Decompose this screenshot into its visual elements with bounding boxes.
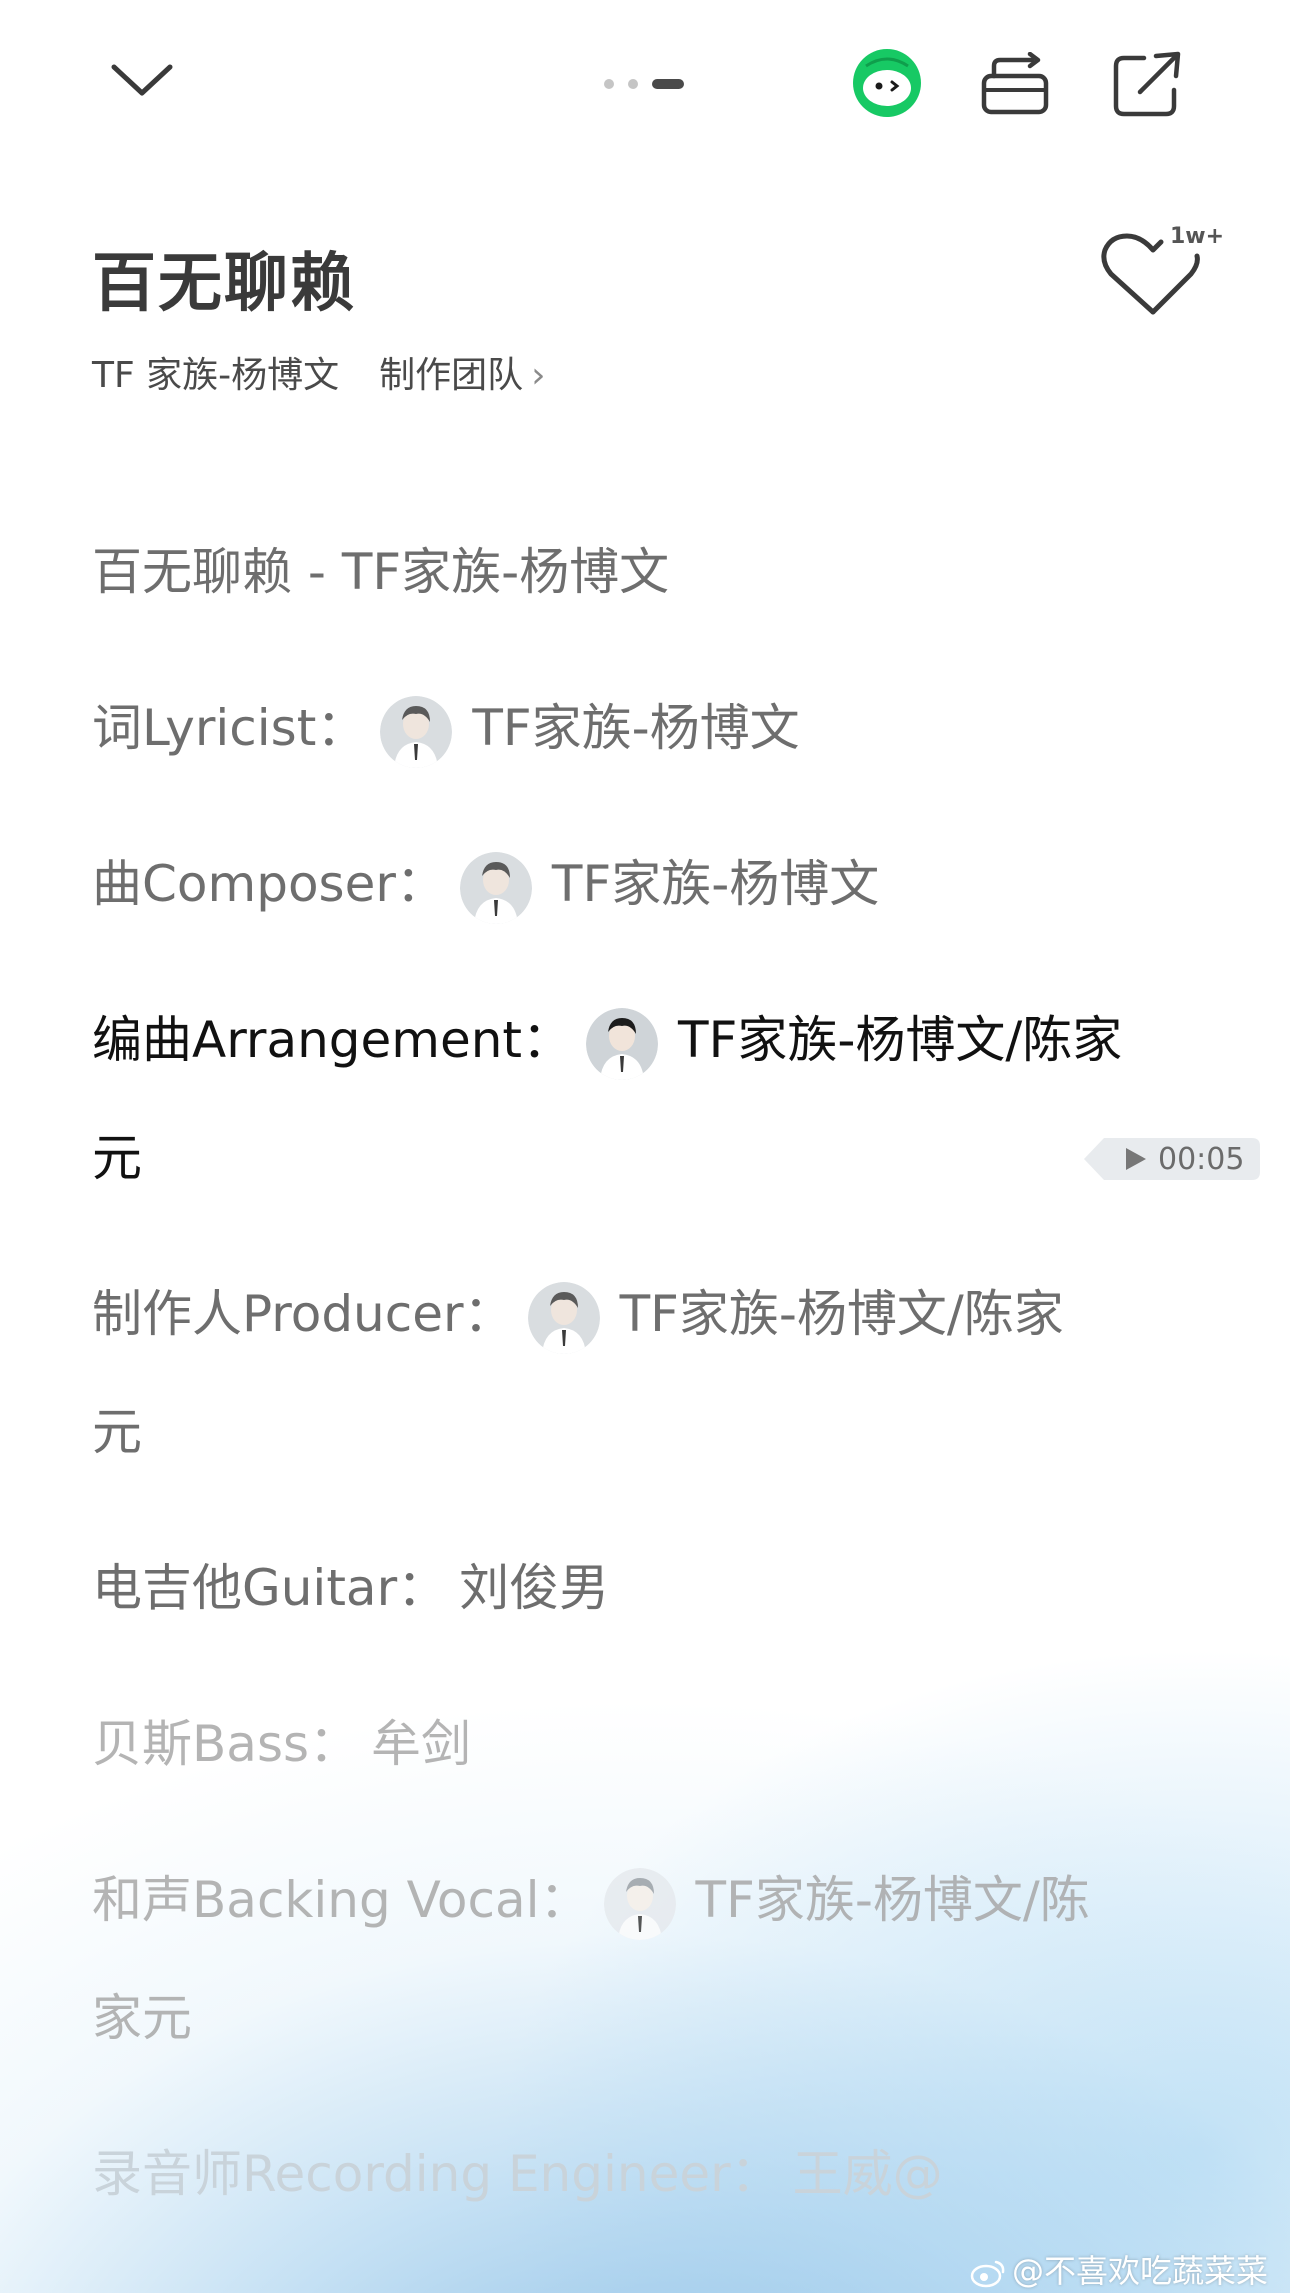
lyric-line[interactable]: 贝斯Bass： 牟剑 (92, 1704, 471, 1776)
lyric-credit-names[interactable]: TF家族-杨博文/陈家 (620, 1285, 1064, 1343)
lyric-line-continuation: 家元 (92, 1989, 192, 2047)
lyric-label: 编曲Arrangement： (92, 1011, 573, 1069)
lyric-label: 制作人Producer： (92, 1285, 514, 1343)
lyric-label: 百无聊赖 - TF家族-杨博文 (92, 543, 670, 601)
page-indicator (604, 77, 684, 91)
lyric-line[interactable]: 录音师Recording Engineer： 王威@ (92, 2134, 943, 2206)
share-icon[interactable] (1110, 50, 1184, 118)
watermark-text: @不喜欢吃蔬菜菜 (1012, 2252, 1269, 2290)
page-dot (628, 79, 638, 89)
lyric-line[interactable]: 曲Composer： TF家族-杨博文 (92, 844, 879, 924)
lyric-line[interactable]: 百无聊赖 - TF家族-杨博文 (92, 532, 669, 604)
lyric-label: 电吉他Guitar： (92, 1559, 448, 1617)
artist-avatar-image (586, 1007, 659, 1080)
avatar[interactable] (527, 1281, 600, 1354)
avatar[interactable] (459, 851, 532, 924)
playback-seek-chip[interactable]: 00:05 (1082, 1134, 1262, 1184)
page-dot (604, 79, 614, 89)
lyric-credit-names[interactable]: TF家族-杨博文/陈家 (678, 1011, 1122, 1069)
lyric-label: 贝斯Bass： (92, 1715, 360, 1773)
page-dot-active (652, 79, 684, 89)
chevron-down-icon[interactable] (108, 55, 176, 105)
lyric-line-continuation: 元 (92, 1403, 142, 1461)
artist-name[interactable]: TF 家族-杨博文 (92, 355, 339, 396)
lyric-credit-names[interactable]: 王威@ (793, 2145, 943, 2203)
artist-avatar-image (527, 1281, 600, 1354)
switch-icon[interactable] (980, 52, 1052, 116)
weibo-icon (970, 2260, 1005, 2288)
lyric-line[interactable]: 编曲Arrangement： TF家族-杨博文/陈家 (92, 1000, 1122, 1080)
song-subline: TF 家族-杨博文 制作团队 › (92, 346, 546, 398)
chevron-right-icon[interactable]: › (531, 355, 545, 396)
artist-avatar-image (459, 851, 532, 924)
watermark: @不喜欢吃蔬菜菜 (970, 2246, 1268, 2292)
lyric-credit-names[interactable]: TF家族-杨博文 (552, 855, 879, 913)
artist-avatar-image (603, 1867, 676, 1940)
lyric-line[interactable]: 词Lyricist： TF家族-杨博文 (92, 688, 800, 768)
lyric-line[interactable]: 和声Backing Vocal： TF家族-杨博文/陈 (92, 1860, 1090, 1940)
lyric-credit-names[interactable]: 牟剑 (371, 1715, 471, 1773)
artist-avatar-image (380, 695, 453, 768)
lyric-credit-names[interactable]: 刘俊男 (459, 1559, 609, 1617)
mascot-icon[interactable] (852, 48, 922, 118)
like-count: 1w+ (1170, 224, 1225, 249)
lyric-line-continuation: 元 (92, 1129, 142, 1187)
lyric-label: 词Lyricist： (92, 699, 367, 757)
avatar[interactable] (586, 1007, 659, 1080)
lyric-label: 录音师Recording Engineer： (92, 2145, 781, 2203)
lyric-line[interactable]: 电吉他Guitar： 刘俊男 (92, 1548, 609, 1620)
avatar[interactable] (603, 1867, 676, 1940)
production-team-link[interactable]: 制作团队 (379, 355, 523, 396)
lyric-credit-names[interactable]: TF家族-杨博文 (472, 699, 799, 757)
avatar[interactable] (380, 695, 453, 768)
playback-time: 00:05 (1158, 1142, 1245, 1177)
lyric-label: 曲Composer： (92, 855, 446, 913)
lyric-credit-names[interactable]: TF家族-杨博文/陈 (696, 1871, 1090, 1929)
song-title: 百无聊赖 (92, 247, 356, 321)
lyric-line[interactable]: 制作人Producer： TF家族-杨博文/陈家 (92, 1274, 1064, 1354)
lyric-label: 和声Backing Vocal： (92, 1871, 590, 1929)
